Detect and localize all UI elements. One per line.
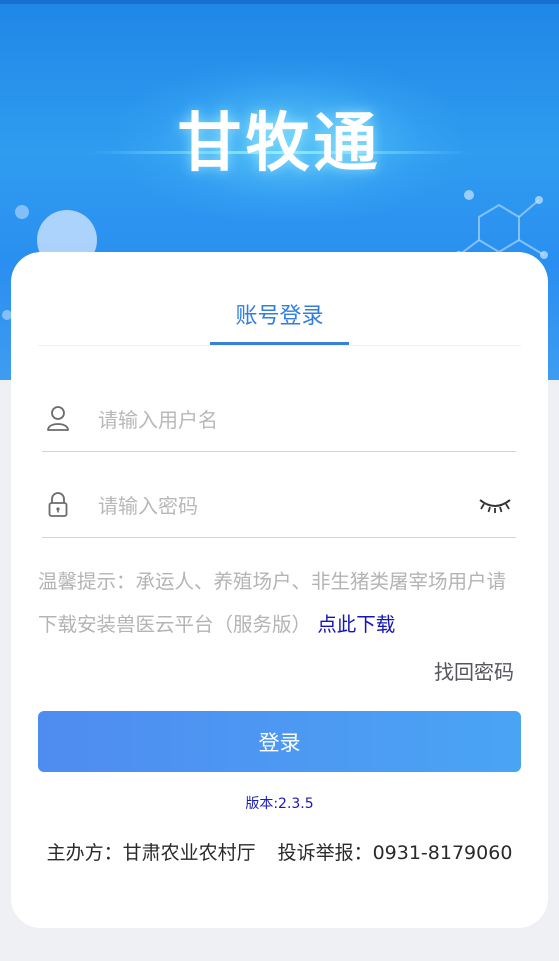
- lock-icon: [48, 492, 68, 517]
- status-strip: [0, 0, 559, 4]
- username-underline: [42, 451, 516, 452]
- user-icon: [47, 406, 69, 431]
- password-input[interactable]: [96, 488, 460, 524]
- footer-info: 主办方：甘肃农业农村厅 投诉举报：0931-8179060: [11, 838, 548, 865]
- tab-divider: [38, 345, 521, 346]
- username-input[interactable]: [96, 402, 460, 438]
- report-hotline-text: 投诉举报：0931-8179060: [277, 842, 513, 864]
- eye-closed-icon[interactable]: [478, 492, 512, 516]
- notice-text: 温馨提示：承运人、养殖场户、非生猪类屠宰场用户请下载安装兽医云平台（服务版）: [38, 570, 507, 636]
- version-label: 版本:2.3.5: [245, 796, 314, 812]
- download-link[interactable]: 点此下载: [317, 613, 395, 636]
- login-button[interactable]: 登录: [38, 711, 521, 772]
- password-field: [42, 478, 516, 538]
- username-field: [42, 392, 516, 452]
- decorative-bubble: [15, 205, 29, 219]
- login-card: 账号登录 温馨提示：承运人、养殖场户、非生猪类屠宰场用户请下载安装兽医云平台（服…: [11, 252, 548, 928]
- notice-tip: 温馨提示：承运人、养殖场户、非生猪类屠宰场用户请下载安装兽医云平台（服务版） 点…: [38, 560, 523, 646]
- tab-account-login[interactable]: 账号登录: [11, 298, 548, 330]
- sponsor-text: 主办方：甘肃农业农村厅: [46, 842, 256, 864]
- password-underline: [42, 537, 516, 538]
- forgot-password-link[interactable]: 找回密码: [434, 656, 514, 685]
- app-title: 甘牧通: [177, 107, 382, 181]
